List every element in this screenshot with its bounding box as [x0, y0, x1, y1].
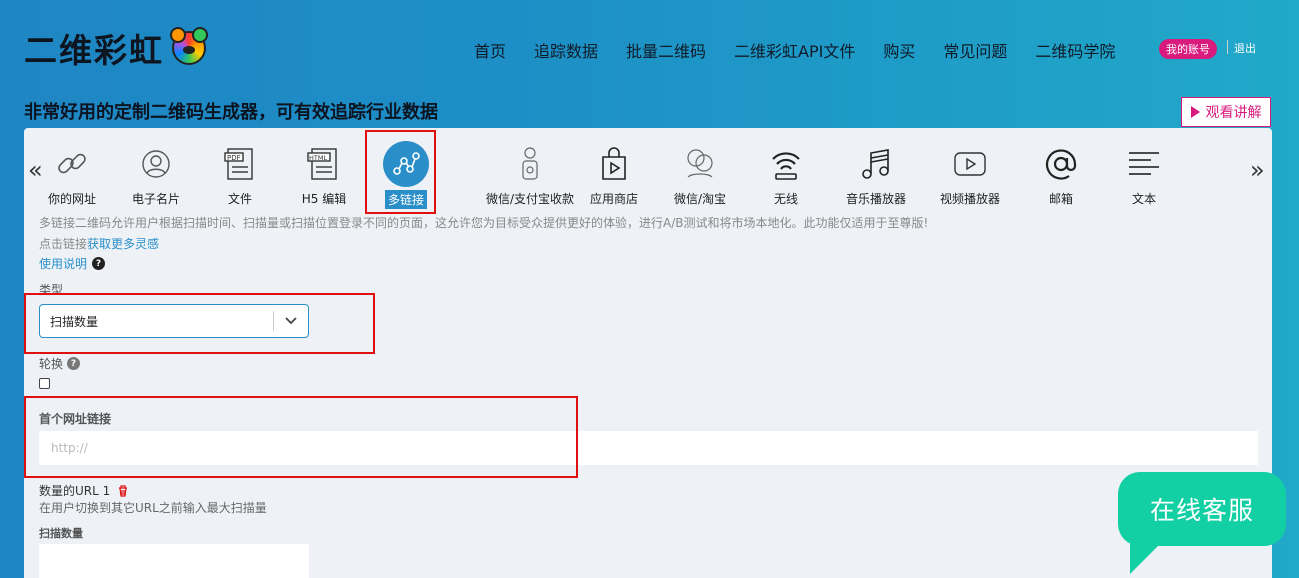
tab-label: H5 编辑 [301, 192, 347, 206]
online-support-button[interactable]: 在线客服 [1118, 472, 1286, 546]
tab-file[interactable]: PDF 文件 [198, 144, 282, 207]
tab-url[interactable]: 你的网址 [30, 144, 114, 207]
watch-tutorial-button[interactable]: 观看讲解 [1181, 97, 1271, 127]
howto-link[interactable]: 使用说明 [39, 255, 87, 272]
next-arrow-icon[interactable]: » [1250, 156, 1265, 184]
tab-label: 无线 [773, 192, 798, 206]
wechat-icon [658, 144, 742, 184]
inspiration-link[interactable]: 获取更多灵感 [87, 237, 159, 251]
nav-home[interactable]: 首页 [474, 38, 506, 62]
play-icon [1190, 106, 1200, 118]
tab-label: 文本 [1131, 192, 1156, 206]
rotate-label: 轮换 [39, 357, 64, 371]
nav-tracking[interactable]: 追踪数据 [534, 38, 598, 62]
url1-label-row: 数量的URL 1 [39, 482, 128, 499]
person-icon [114, 144, 198, 184]
tab-email[interactable]: 邮箱 [1019, 144, 1103, 207]
music-icon [834, 144, 918, 184]
tab-vcard[interactable]: 电子名片 [114, 144, 198, 207]
tab-label: 邮箱 [1048, 192, 1073, 206]
svg-text:HTML: HTML [309, 154, 327, 162]
inspiration-line: 点击链接获取更多灵感 [39, 235, 159, 252]
help-icon[interactable]: ? [92, 257, 106, 270]
howto-line: 使用说明 ? [39, 255, 106, 272]
tab-label: 视频播放器 [939, 192, 1000, 206]
highlight-box [24, 293, 375, 354]
nav-batch[interactable]: 批量二维码 [626, 38, 706, 62]
tab-label: 电子名片 [131, 192, 180, 206]
tab-label: 你的网址 [47, 192, 96, 206]
tab-music[interactable]: 音乐播放器 [834, 144, 918, 207]
tab-label: 音乐播放器 [845, 192, 906, 206]
inspiration-prefix: 点击链接 [39, 237, 88, 251]
video-icon [928, 144, 1012, 184]
tab-label: 文件 [227, 192, 252, 206]
logo[interactable]: 二维彩虹 [24, 24, 208, 72]
highlight-box [365, 130, 436, 214]
main-nav: 首页 追踪数据 批量二维码 二维彩虹API文件 购买 常见问题 二维码学院 [474, 38, 1143, 62]
nav-faq[interactable]: 常见问题 [943, 38, 1007, 62]
tab-label: 应用商店 [589, 192, 638, 206]
scan-count-input[interactable] [39, 544, 309, 578]
rotate-label-row: 轮换 ? [39, 355, 81, 372]
logo-text: 二维彩虹 [24, 31, 164, 70]
link-icon [30, 144, 114, 184]
tab-h5[interactable]: HTML H5 编辑 [282, 144, 366, 207]
wifi-icon [744, 144, 828, 184]
rotate-checkbox[interactable] [39, 378, 50, 389]
highlight-box [24, 396, 578, 478]
chat-bubble-tail [1130, 540, 1164, 574]
rainbow-bear-icon [170, 27, 208, 65]
watch-tutorial-label: 观看讲解 [1205, 105, 1262, 121]
tab-wifi[interactable]: 无线 [744, 144, 828, 207]
trash-icon[interactable] [118, 485, 128, 497]
tab-text[interactable]: 文本 [1102, 144, 1186, 207]
html-icon: HTML [282, 144, 366, 184]
tab-app-store[interactable]: 应用商店 [572, 144, 656, 207]
tab-wechat[interactable]: 微信/淘宝 [658, 144, 742, 207]
nav-api[interactable]: 二维彩虹API文件 [734, 38, 855, 62]
url1-hint: 在用户切换到其它URL之前输入最大扫描量 [39, 501, 267, 515]
logout-link[interactable]: 退出 [1234, 40, 1256, 56]
my-account-button[interactable]: 我的账号 [1159, 39, 1217, 59]
nav-buy[interactable]: 购买 [883, 38, 915, 62]
svg-text:PDF: PDF [227, 154, 241, 162]
divider [1227, 40, 1228, 54]
feature-description: 多链接二维码允许用户根据扫描时间、扫描量或扫描位置登录不同的页面，这允许您为目标… [39, 216, 929, 230]
text-icon [1102, 144, 1186, 184]
url1-label: 数量的URL 1 [39, 484, 111, 498]
pdf-icon: PDF [198, 144, 282, 184]
tab-video[interactable]: 视频播放器 [928, 144, 1012, 207]
nav-academy[interactable]: 二维码学院 [1035, 38, 1115, 62]
help-icon[interactable]: ? [67, 357, 81, 370]
page-tagline: 非常好用的定制二维码生成器，可有效追踪行业数据 [24, 102, 438, 123]
scan-count-label: 扫描数量 [39, 527, 83, 540]
app-store-icon [572, 144, 656, 184]
email-icon [1019, 144, 1103, 184]
tab-label: 微信/淘宝 [673, 192, 727, 206]
